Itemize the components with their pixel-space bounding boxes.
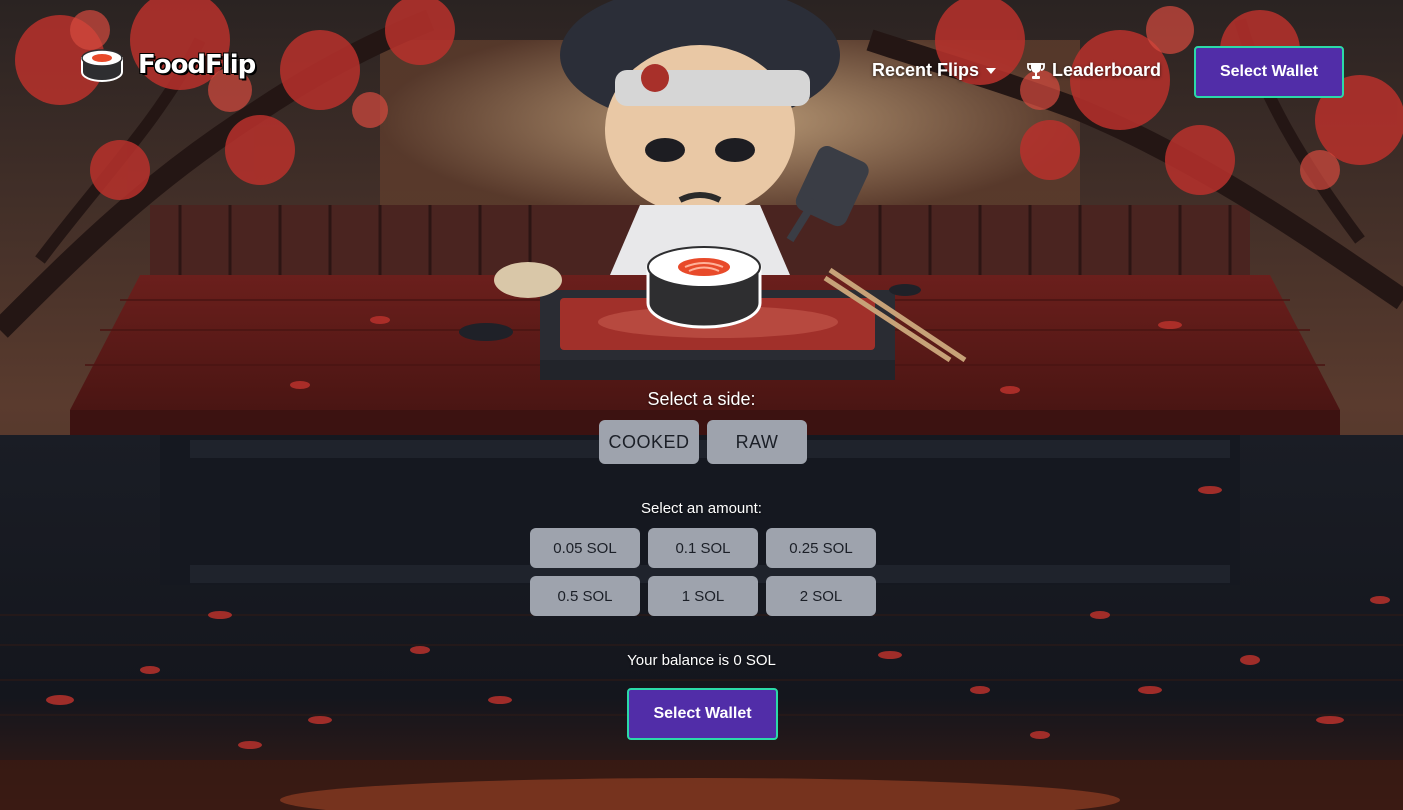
side-button-cooked[interactable]: COOKED	[599, 420, 699, 464]
sushi-coin-icon	[646, 246, 762, 329]
side-button-raw[interactable]: RAW	[707, 420, 807, 464]
amount-button-2[interactable]: 2 SOL	[766, 576, 876, 616]
header-select-wallet-button[interactable]: Select Wallet	[1194, 46, 1344, 98]
brand-name: FoodFlip	[138, 50, 256, 80]
top-navigation: FoodFlip Recent Flips Leaderboard Select…	[0, 0, 1403, 130]
amount-button-1[interactable]: 1 SOL	[648, 576, 758, 616]
select-wallet-button[interactable]: Select Wallet	[627, 688, 778, 740]
amount-button-0-25[interactable]: 0.25 SOL	[766, 528, 876, 568]
leaderboard-label: Leaderboard	[1052, 60, 1162, 80]
amount-prompt: Select an amount:	[641, 500, 762, 517]
amount-button-0-05[interactable]: 0.05 SOL	[530, 528, 640, 568]
balance-text: Your balance is 0 SOL	[627, 652, 776, 669]
side-prompt: Select a side:	[647, 389, 756, 409]
sushi-logo-icon	[81, 49, 123, 82]
header-select-wallet-label: Select Wallet	[1219, 63, 1319, 80]
amount-button-0-1[interactable]: 0.1 SOL	[648, 528, 758, 568]
amount-button-0-5[interactable]: 0.5 SOL	[530, 576, 640, 616]
recent-flips-dropdown[interactable]: Recent Flips	[872, 60, 997, 81]
trophy-icon	[1027, 62, 1045, 79]
select-wallet-label: Select Wallet	[653, 705, 752, 722]
caret-down-icon	[986, 67, 997, 74]
leaderboard-link[interactable]: Leaderboard	[1026, 60, 1161, 81]
brand-logo[interactable]: FoodFlip	[80, 48, 256, 82]
recent-flips-label: Recent Flips	[872, 60, 980, 80]
